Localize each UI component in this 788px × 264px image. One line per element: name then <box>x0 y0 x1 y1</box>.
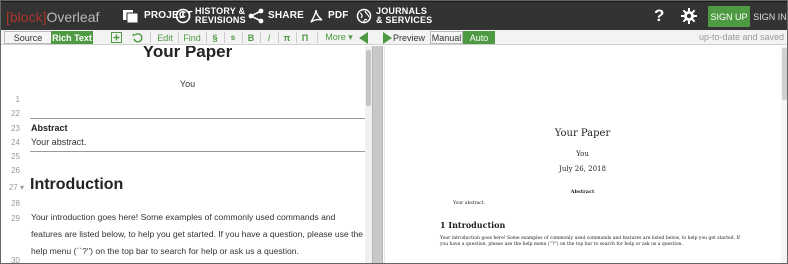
share-button[interactable]: SHARE <box>248 2 304 30</box>
help-button[interactable]: ? <box>654 6 664 26</box>
pdf-button[interactable]: PDF <box>308 2 349 30</box>
abstract-top-rule <box>30 118 365 119</box>
line-number: 25 <box>11 152 20 161</box>
journals-services-button[interactable]: JOURNALS & SERVICES <box>356 2 432 30</box>
pdf-body-text: Your introduction goes here! Some exampl… <box>440 236 740 247</box>
share-label: SHARE <box>268 10 305 21</box>
rich-text-editor[interactable]: 1 22 23 24 25 26 27 ▾ 28 29 30 Your Pape… <box>0 46 372 264</box>
settings-gear-icon[interactable] <box>680 7 698 28</box>
pdf-abstract-heading: Abstract <box>570 189 595 195</box>
pdf-section-heading: 1 Introduction <box>440 220 506 230</box>
line-number: 1 <box>15 95 20 104</box>
bold-button[interactable]: B <box>245 31 257 44</box>
display-math-button[interactable]: Π <box>299 31 311 44</box>
introduction-paragraph: Your introduction goes here! Some exampl… <box>31 212 364 256</box>
line-number: 22 <box>11 109 20 118</box>
line-number-gutter: 1 22 23 24 25 26 27 ▾ 28 29 30 <box>0 46 26 264</box>
inline-math-button[interactable]: π <box>281 31 293 44</box>
line-number: 24 <box>11 138 20 147</box>
document-title: Your Paper <box>142 46 233 61</box>
pdf-label: PDF <box>328 10 349 21</box>
line-number: 23 <box>11 124 20 133</box>
section-heading: Introduction <box>30 176 124 193</box>
editor-toolbar: Source Rich Text Edit Find § s B I π Π M… <box>0 30 788 45</box>
toolbar-divider <box>278 32 279 43</box>
toolbar-divider <box>260 32 261 43</box>
abstract-bottom-rule <box>30 151 365 152</box>
insert-figure-icon[interactable] <box>109 31 123 44</box>
more-dropdown-button[interactable]: More ▾ <box>322 31 356 44</box>
line-number-fold[interactable]: 27 ▾ <box>0 183 24 192</box>
line-number: 26 <box>11 166 20 175</box>
pdf-title: Your Paper <box>554 128 611 139</box>
save-status: up-to-date and saved <box>698 32 784 42</box>
toolbar-divider <box>178 32 179 43</box>
toolbar-divider <box>317 32 318 43</box>
brand-bracket: [block] <box>6 9 47 25</box>
pdf-scrollbar-thumb[interactable] <box>782 48 787 100</box>
overleaf-logo[interactable]: [block]Overleaf <box>6 9 99 25</box>
sign-up-button[interactable]: SIGN UP <box>708 6 750 27</box>
pdf-date: July 26, 2018 <box>559 165 606 173</box>
toolbar-divider <box>150 32 151 43</box>
pdf-preview-pane[interactable]: Your Paper You July 26, 2018 Abstract Yo… <box>383 46 788 264</box>
rich-text-mode-button[interactable]: Rich Text <box>51 31 93 44</box>
line-number: 28 <box>11 199 20 208</box>
top-navbar: [block]Overleaf PROJECT HISTORY & REVISI… <box>0 0 788 30</box>
abstract-heading: Abstract <box>31 123 68 133</box>
project-icon <box>122 8 140 24</box>
toolbar-divider <box>224 32 225 43</box>
collapse-editor-arrow-icon[interactable] <box>359 32 368 44</box>
subsection-button[interactable]: s <box>227 31 239 44</box>
line-number: 30 <box>11 256 20 264</box>
pdf-abstract-text: Your abstract. <box>453 201 486 206</box>
editor-scrollbar-thumb[interactable] <box>366 50 371 106</box>
edit-button[interactable]: Edit <box>154 31 176 44</box>
journals-label: JOURNALS & SERVICES <box>376 6 433 25</box>
share-icon <box>248 8 264 24</box>
source-mode-button[interactable]: Source <box>4 31 52 44</box>
italic-button[interactable]: I <box>263 31 275 44</box>
history-icon <box>175 8 191 24</box>
pane-splitter[interactable] <box>372 46 383 264</box>
pdf-author: You <box>576 150 589 158</box>
section-button[interactable]: § <box>209 31 221 44</box>
auto-compile-button[interactable]: Auto <box>463 31 495 44</box>
pdf-icon <box>308 8 324 24</box>
expand-pdf-arrow-icon[interactable] <box>383 32 392 44</box>
document-author: You <box>179 79 196 89</box>
globe-icon <box>356 8 372 24</box>
undo-history-icon[interactable] <box>131 31 145 44</box>
line-number: 29 <box>11 214 20 223</box>
find-button[interactable]: Find <box>181 31 203 44</box>
toolbar-divider <box>296 32 297 43</box>
manual-compile-button[interactable]: Manual <box>430 31 463 44</box>
brand-name: Overleaf <box>46 9 100 25</box>
abstract-text: Your abstract. <box>31 137 87 147</box>
history-label: HISTORY & REVISIONS <box>195 6 246 25</box>
toolbar-divider <box>206 32 207 43</box>
history-revisions-button[interactable]: HISTORY & REVISIONS <box>175 2 246 30</box>
preview-label: Preview <box>393 32 426 43</box>
toolbar-divider <box>242 32 243 43</box>
sign-in-button[interactable]: SIGN IN <box>752 6 788 27</box>
pdf-page: Your Paper You July 26, 2018 Abstract Yo… <box>384 46 779 264</box>
